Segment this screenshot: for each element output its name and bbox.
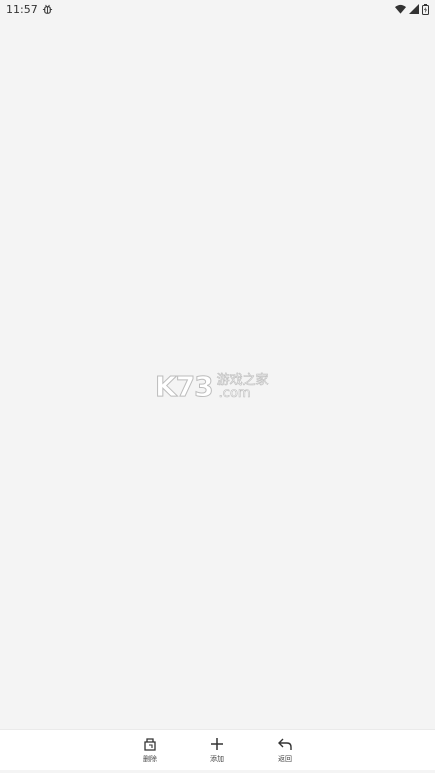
watermark-logo: K73 bbox=[155, 370, 215, 403]
back-label: 返回 bbox=[278, 755, 292, 763]
plus-icon bbox=[209, 736, 225, 752]
watermark: K73 游戏之家 .com bbox=[155, 370, 280, 404]
status-time: 11:57 bbox=[6, 2, 38, 16]
bug-icon bbox=[42, 4, 53, 15]
undo-arrow-icon bbox=[277, 736, 293, 752]
status-bar: 11:57 bbox=[0, 0, 435, 18]
delete-button[interactable]: 删除 bbox=[130, 736, 170, 764]
watermark-domain: .com bbox=[218, 386, 251, 401]
watermark-text: 游戏之家 .com bbox=[216, 374, 269, 401]
status-left: 11:57 bbox=[6, 3, 53, 16]
delete-icon bbox=[142, 736, 158, 752]
cell-signal-icon bbox=[409, 4, 419, 14]
delete-label: 删除 bbox=[143, 755, 157, 763]
status-right bbox=[395, 3, 429, 15]
back-button[interactable]: 返回 bbox=[265, 736, 305, 764]
battery-icon bbox=[422, 3, 429, 15]
wifi-icon bbox=[395, 4, 406, 14]
add-button[interactable]: 添加 bbox=[197, 736, 237, 764]
add-label: 添加 bbox=[210, 755, 224, 763]
bottom-toolbar: 删除 添加 返回 bbox=[0, 729, 435, 773]
